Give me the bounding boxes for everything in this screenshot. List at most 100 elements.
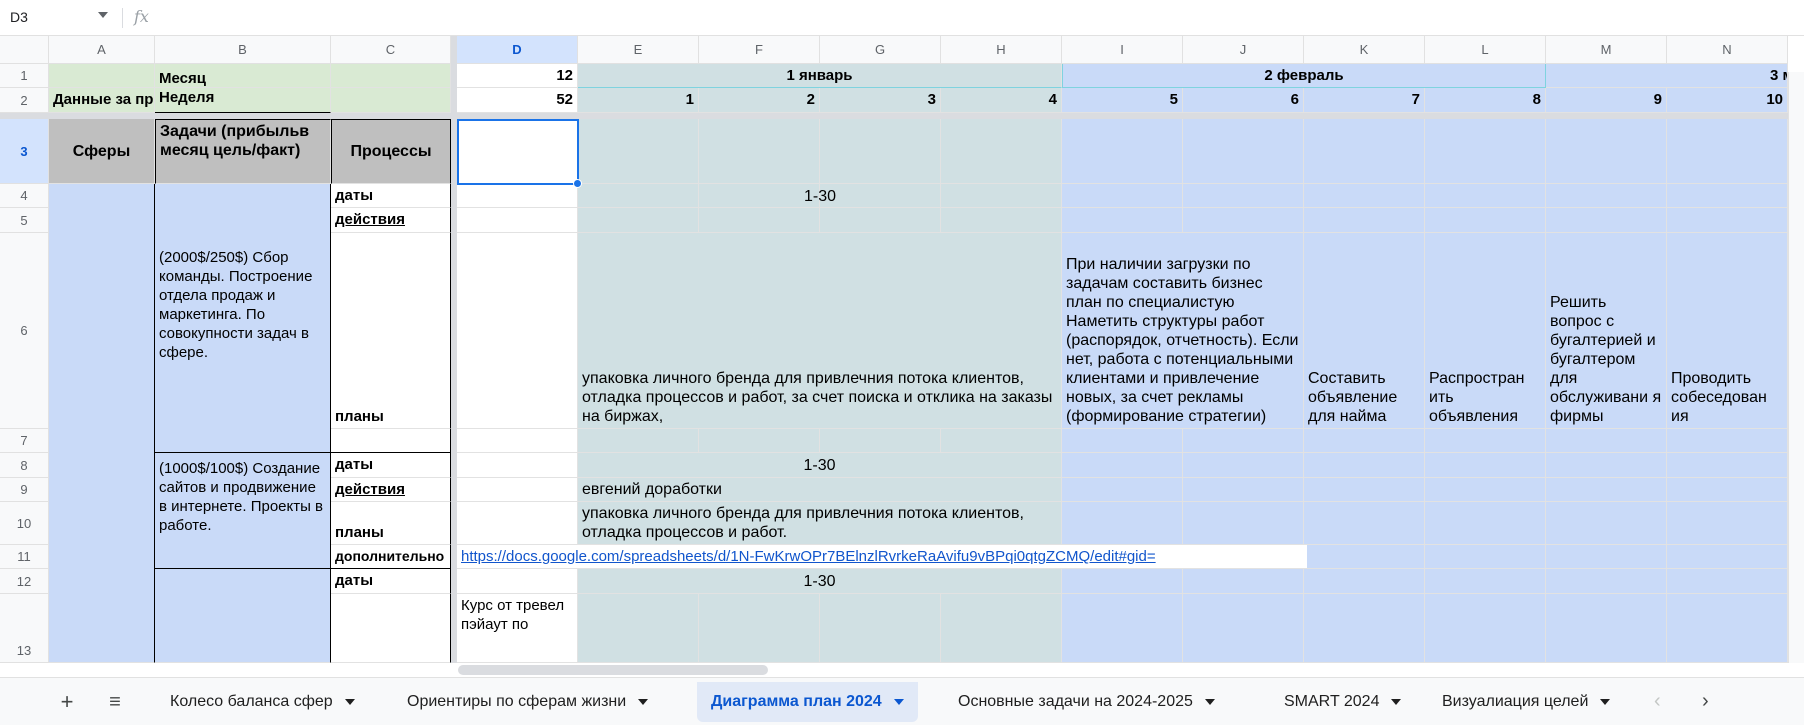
cell-k8[interactable] [1304, 453, 1425, 478]
cell-d2[interactable]: 52 [457, 88, 578, 113]
column-header-g[interactable]: G [820, 36, 941, 64]
cell-f7[interactable] [699, 429, 820, 453]
cell-d8[interactable] [457, 453, 578, 478]
cell-m10[interactable] [1546, 502, 1667, 545]
cell-d11[interactable]: https://docs.google.com/spreadsheets/d/1… [457, 545, 1307, 569]
cell-c12[interactable]: даты [331, 569, 451, 594]
cell-k4[interactable] [1304, 184, 1425, 208]
cell-d13[interactable]: Курс от тревел пэйаут по [457, 594, 578, 663]
cell-i5[interactable] [1062, 208, 1183, 233]
cell-i9[interactable] [1062, 478, 1183, 502]
chevron-down-icon[interactable] [893, 699, 904, 705]
week-1[interactable]: 1 [578, 88, 699, 113]
cell-i12[interactable] [1062, 569, 1183, 594]
cell-k12[interactable] [1304, 569, 1425, 594]
cell-d5[interactable] [457, 208, 578, 233]
cell-j8[interactable] [1183, 453, 1304, 478]
week-7[interactable]: 7 [1304, 88, 1425, 113]
cell-c3[interactable]: Процессы [331, 119, 451, 184]
row-header-5[interactable]: 5 [0, 208, 49, 233]
cell-d10[interactable] [457, 502, 578, 545]
cell-c9[interactable]: действия [331, 478, 451, 502]
cell-d3[interactable] [457, 119, 578, 184]
cell-k9[interactable] [1304, 478, 1425, 502]
cell-c10[interactable]: планы [331, 502, 451, 545]
select-all-corner[interactable] [0, 36, 49, 64]
cell-m13[interactable] [1546, 594, 1667, 663]
cell-m8[interactable] [1546, 453, 1667, 478]
cell-j3[interactable] [1183, 119, 1304, 184]
tab-sheet-3[interactable]: Диаграмма план 2024 [697, 682, 918, 722]
chevron-down-icon[interactable] [1391, 699, 1402, 705]
task-block-1[interactable]: (2000$/250$) Сбор команды. Построение от… [155, 184, 331, 453]
row-header-9[interactable]: 9 [0, 478, 49, 502]
row-header-10[interactable]: 10 [0, 502, 49, 545]
cell-g3[interactable] [820, 119, 941, 184]
chevron-down-icon[interactable] [98, 12, 108, 18]
cell-l8[interactable] [1425, 453, 1546, 478]
all-sheets-icon[interactable]: ≡ [100, 688, 130, 716]
task-block-2[interactable]: (1000$/100$) Создание сайтов и продвижен… [155, 453, 331, 569]
cell-a3[interactable]: Сферы [49, 119, 155, 184]
tab-sheet-4[interactable]: Основные задачи на 2024-2025 [944, 682, 1229, 722]
date-range-jan-block3[interactable]: 1-30 [578, 569, 1062, 594]
cell-a2[interactable]: Данные за пр [49, 88, 155, 113]
cell-i10[interactable] [1062, 502, 1183, 545]
cell-c1[interactable] [331, 64, 451, 88]
plan-accounting[interactable]: Решить вопрос с бугалтерией и бугалтером… [1546, 233, 1667, 429]
cell-g13[interactable] [820, 594, 941, 663]
plan-interviews[interactable]: Проводить собеседован ия [1667, 233, 1788, 429]
cell-j10[interactable] [1183, 502, 1304, 545]
plan-feb-business[interactable]: При наличии загрузки по задачам составит… [1062, 233, 1304, 429]
chevron-down-icon[interactable] [638, 699, 649, 705]
cell-h7[interactable] [941, 429, 1062, 453]
cell-l7[interactable] [1425, 429, 1546, 453]
cell-i7[interactable] [1062, 429, 1183, 453]
row-header-11[interactable]: 11 [0, 545, 49, 569]
cell-m12[interactable] [1546, 569, 1667, 594]
cell-f5[interactable] [699, 208, 820, 233]
column-header-i[interactable]: I [1062, 36, 1183, 64]
column-header-a[interactable]: A [49, 36, 155, 64]
cell-m4[interactable] [1546, 184, 1667, 208]
cell-m9[interactable] [1546, 478, 1667, 502]
cell-e3[interactable] [578, 119, 699, 184]
cell-l4[interactable] [1425, 184, 1546, 208]
cell-l12[interactable] [1425, 569, 1546, 594]
cell-m11[interactable] [1546, 545, 1667, 569]
cell-n8[interactable] [1667, 453, 1788, 478]
row-header-7[interactable]: 7 [0, 429, 49, 453]
month-march[interactable]: 3 мар [1546, 64, 1788, 88]
cell-j13[interactable] [1183, 594, 1304, 663]
cell-j7[interactable] [1183, 429, 1304, 453]
column-header-d[interactable]: D [457, 36, 578, 64]
plan-jan-block2[interactable]: упаковка личного бренда для привлечния п… [578, 502, 1062, 545]
cell-l10[interactable] [1425, 502, 1546, 545]
scroll-tabs-right-icon[interactable]: › [1702, 690, 1709, 713]
month-january[interactable]: 1 январь [578, 64, 1062, 88]
cell-j9[interactable] [1183, 478, 1304, 502]
week-4[interactable]: 4 [941, 88, 1062, 113]
cell-c13[interactable] [331, 594, 451, 663]
column-header-l[interactable]: L [1425, 36, 1546, 64]
cell-b1[interactable]: Месяц [155, 64, 331, 88]
cell-h13[interactable] [941, 594, 1062, 663]
sheet-grid[interactable]: A B C D E F G H I J K L M N 1 2 3 4 5 6 … [0, 36, 1804, 663]
cell-k13[interactable] [1304, 594, 1425, 663]
cell-n13[interactable] [1667, 594, 1788, 663]
cell-l9[interactable] [1425, 478, 1546, 502]
cell-i3[interactable] [1062, 119, 1183, 184]
cell-d7[interactable] [457, 429, 578, 453]
cell-j5[interactable] [1183, 208, 1304, 233]
column-header-j[interactable]: J [1183, 36, 1304, 64]
chevron-down-icon[interactable] [344, 699, 355, 705]
column-header-n[interactable]: N [1667, 36, 1788, 64]
tab-sheet-1[interactable]: Колесо баланса сфер [156, 682, 369, 722]
cell-m5[interactable] [1546, 208, 1667, 233]
cell-h3[interactable] [941, 119, 1062, 184]
cell-n4[interactable] [1667, 184, 1788, 208]
cell-c11[interactable]: дополнительно [331, 545, 451, 569]
cell-l13[interactable] [1425, 594, 1546, 663]
cell-k5[interactable] [1304, 208, 1425, 233]
cell-j12[interactable] [1183, 569, 1304, 594]
